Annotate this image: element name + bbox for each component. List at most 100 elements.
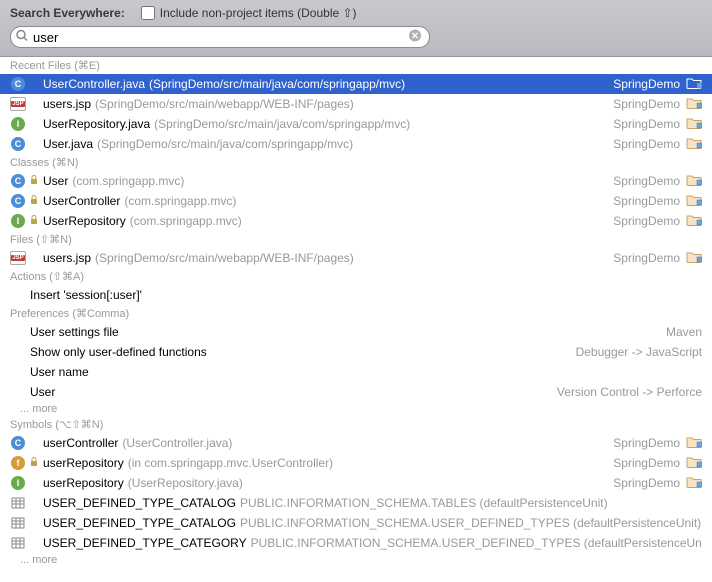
folder-icon [686,214,702,226]
result-row[interactable]: users.jsp(SpringDemo/src/main/webapp/WEB… [0,248,712,268]
result-row[interactable]: IuserRepository(UserRepository.java)Spri… [0,473,712,493]
result-location: SpringDemo [613,174,680,188]
result-location: Debugger -> JavaScript [576,345,702,359]
result-hint: (com.springapp.mvc) [130,214,242,228]
result-hint: (in com.springapp.mvc.UserController) [128,456,333,470]
result-row[interactable]: users.jsp (SpringDemo/src/main/webapp/WEB… [0,94,712,114]
section-actions: Actions (⇧⌘A) [0,268,712,285]
result-hint: (SpringDemo/src/main/webapp/WEB-INF/page… [95,97,354,111]
result-hint: (SpringDemo/src/main/java/com/springapp/… [97,137,353,151]
result-location: Maven [666,325,702,339]
folder-icon [686,194,702,206]
result-location: SpringDemo [613,436,680,450]
result-row[interactable]: f userRepository (in com.springapp.mvc.Use… [0,453,712,473]
result-name: users.jsp [43,97,91,111]
result-location: SpringDemo [613,456,680,470]
result-location: SpringDemo [613,214,680,228]
folder-icon [686,251,702,263]
include-nonproject-checkbox[interactable] [141,6,155,20]
section-recent-files: Recent Files (⌘E) [0,57,712,74]
result-location: SpringDemo [613,117,680,131]
result-name: User name [30,365,89,379]
result-row[interactable]: USER_DEFINED_TYPE_CATEGORY PUBLIC.INFORMA… [0,533,712,553]
result-name: users.jsp [43,251,91,265]
section-symbols: Symbols (⌥⇧⌘N) [0,416,712,433]
result-hint: PUBLIC.INFORMATION_SCHEMA.TABLES (defaul… [240,496,608,510]
result-hint: (SpringDemo/src/main/java/com/springapp/… [149,77,405,91]
search-title: Search Everywhere: [10,6,125,20]
class-icon: C [11,436,25,450]
result-row[interactable]: CUser(com.springapp.mvc)SpringDemo [0,171,712,191]
result-row[interactable]: USER_DEFINED_TYPE_CATALOG PUBLIC.INFORMAT… [0,513,712,533]
results-panel: Recent Files (⌘E) C UserController.java (S… [0,57,712,567]
lock-icon [30,215,38,225]
class-icon: C [11,77,25,91]
result-name: USER_DEFINED_TYPE_CATALOG [43,516,236,530]
folder-icon [686,174,702,186]
folder-icon [686,77,702,89]
section-preferences: Preferences (⌘Comma) [0,305,712,322]
result-row[interactable]: I UserRepository (com.springapp.mvc) Spring… [0,211,712,231]
result-name: Insert 'session[:user]' [30,288,142,302]
result-hint: (SpringDemo/src/main/java/com/springapp/… [154,117,410,131]
class-icon: C [11,194,25,208]
more-symbols[interactable]: ... more [0,553,712,567]
result-name: UserController [43,194,120,208]
result-row[interactable]: Show only user-defined functionsDebugger… [0,342,712,362]
result-name: userRepository [43,456,124,470]
result-row[interactable]: Insert 'session[:user]' [0,285,712,305]
section-files: Files (⇧⌘N) [0,231,712,248]
jsp-icon [10,97,26,111]
result-row[interactable]: UserVersion Control -> Perforce [0,382,712,402]
result-hint: PUBLIC.INFORMATION_SCHEMA.USER_DEFINED_T… [251,536,702,550]
result-location: SpringDemo [613,97,680,111]
include-nonproject-label: Include non-project items (Double ⇧) [160,6,357,20]
interface-icon: I [11,476,25,490]
class-icon: C [11,137,25,151]
result-hint: (com.springapp.mvc) [72,174,184,188]
result-row[interactable]: C UserController.java (SpringDemo/src/main… [0,74,712,94]
result-name: UserRepository [43,214,126,228]
result-hint: PUBLIC.INFORMATION_SCHEMA.USER_DEFINED_T… [240,516,701,530]
lock-icon [30,175,38,185]
result-row[interactable]: C UserController (com.springapp.mvc) Spring… [0,191,712,211]
folder-icon [686,97,702,109]
folder-icon [686,456,702,468]
result-row[interactable]: User name [0,362,712,382]
result-row[interactable]: CuserController(UserController.java)Spri… [0,433,712,453]
lock-icon [30,195,38,205]
result-name: userController [43,436,118,450]
folder-icon [686,436,702,448]
result-row[interactable]: User settings file Maven [0,322,712,342]
result-row[interactable]: USER_DEFINED_TYPE_CATALOG PUBLIC.INFORMAT… [0,493,712,513]
table-icon [11,536,25,550]
result-name: User settings file [30,325,119,339]
include-nonproject-checkbox-wrap[interactable]: Include non-project items (Double ⇧) [141,6,357,20]
result-name: USER_DEFINED_TYPE_CATEGORY [43,536,247,550]
result-hint: (UserRepository.java) [128,476,243,490]
folder-icon [686,117,702,129]
search-header: Search Everywhere: Include non-project i… [0,0,712,57]
more-preferences[interactable]: ... more [0,402,712,416]
table-icon [11,496,25,510]
clear-icon[interactable] [408,29,422,46]
interface-icon: I [11,214,25,228]
result-name: UserRepository.java [43,117,150,131]
result-location: Version Control -> Perforce [557,385,702,399]
folder-icon [686,137,702,149]
result-name: userRepository [43,476,124,490]
result-location: SpringDemo [613,194,680,208]
result-hint: (com.springapp.mvc) [124,194,236,208]
section-classes: Classes (⌘N) [0,154,712,171]
result-row[interactable]: CUser.java(SpringDemo/src/main/java/com/… [0,134,712,154]
class-icon: C [11,174,25,188]
folder-icon [686,476,702,488]
search-input[interactable] [10,26,430,48]
field-icon: f [11,456,25,470]
jsp-icon [10,251,26,265]
lock-icon [30,457,38,467]
result-name: UserController.java [43,77,145,91]
result-row[interactable]: IUserRepository.java(SpringDemo/src/main… [0,114,712,134]
result-name: USER_DEFINED_TYPE_CATALOG [43,496,236,510]
table-icon [11,516,25,530]
